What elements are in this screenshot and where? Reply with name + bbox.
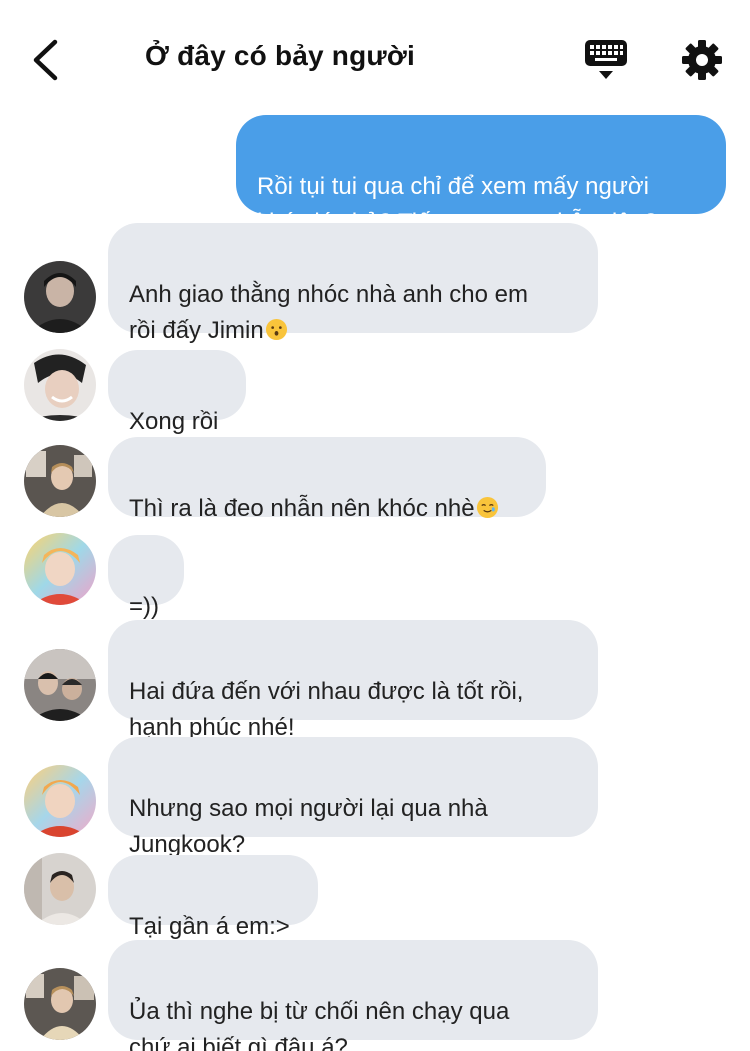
message-text: Thì ra là đeo nhẫn nên khóc nhè xyxy=(129,495,475,522)
avatar[interactable] xyxy=(24,968,96,1040)
keyboard-button[interactable] xyxy=(582,36,630,84)
message-incoming[interactable]: Nhưng sao mọi người lại qua nhà Jungkook… xyxy=(108,737,598,858)
kissing-face-emoji xyxy=(265,318,287,341)
message-text: Xong rồi xyxy=(129,408,219,435)
message-text: Tại gần á em:> xyxy=(129,913,290,940)
avatar[interactable] xyxy=(24,649,96,721)
message-incoming[interactable]: Ủa thì nghe bị từ chối nên chạy qua chứ … xyxy=(108,940,598,1051)
chat-screen: Ở đây có bảy người Rồi tụi tui qua chỉ đ… xyxy=(0,0,750,1051)
back-button[interactable] xyxy=(22,34,68,86)
message-incoming[interactable]: Anh giao thằng nhóc nhà anh cho em rồi đ… xyxy=(108,223,598,344)
avatar[interactable] xyxy=(24,349,96,421)
message-text: Ủa thì nghe bị từ chối nên chạy qua chứ … xyxy=(129,998,510,1051)
message-text: Nhưng sao mọi người lại qua nhà Jungkook… xyxy=(129,795,488,858)
message-text: Hai đứa đến với nhau được là tốt rồi, hạ… xyxy=(129,678,524,741)
avatar[interactable] xyxy=(24,261,96,333)
message-incoming[interactable]: Tại gần á em:> xyxy=(108,855,318,940)
message-incoming[interactable]: =)) xyxy=(108,535,184,620)
message-text: Anh giao thằng nhóc nhà anh cho em rồi đ… xyxy=(129,281,528,344)
chat-title: Ở đây có bảy người xyxy=(145,40,415,71)
avatar[interactable] xyxy=(24,765,96,837)
chevron-left-icon xyxy=(33,39,58,81)
avatar[interactable] xyxy=(24,533,96,605)
settings-button[interactable] xyxy=(678,36,726,84)
smiling-face-with-tear-emoji xyxy=(476,496,498,519)
gear-icon xyxy=(682,40,722,80)
chat-header: Ở đây có bảy người xyxy=(0,0,750,110)
message-incoming[interactable]: Xong rồi xyxy=(108,350,246,435)
keyboard-icon xyxy=(585,40,627,79)
avatar[interactable] xyxy=(24,853,96,925)
message-incoming[interactable]: Hai đứa đến với nhau được là tốt rồi, hạ… xyxy=(108,620,598,741)
avatar[interactable] xyxy=(24,445,96,517)
message-outgoing[interactable]: Rồi tụi tui qua chỉ để xem mấy người khó… xyxy=(236,115,726,236)
message-text: =)) xyxy=(129,593,159,620)
message-incoming[interactable]: Thì ra là đeo nhẫn nên khóc nhè xyxy=(108,437,546,522)
